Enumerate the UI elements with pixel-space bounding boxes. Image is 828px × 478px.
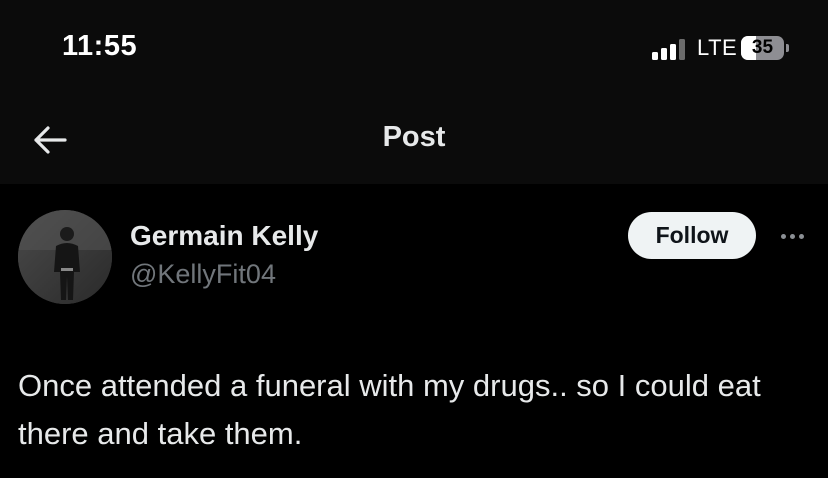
network-type-label: LTE bbox=[697, 35, 738, 60]
ellipsis-icon bbox=[780, 233, 804, 239]
author-handle[interactable]: @KellyFit04 bbox=[130, 259, 276, 290]
status-time: 11:55 bbox=[62, 30, 138, 62]
battery-cap bbox=[786, 44, 789, 52]
post-text: Once attended a funeral with my drugs.. … bbox=[18, 368, 761, 451]
top-bar: 11:55 LTE 35 Post bbox=[0, 0, 828, 184]
battery-percent: 35 bbox=[751, 37, 774, 58]
cellular-signal-icon bbox=[652, 38, 688, 60]
follow-button[interactable]: Follow bbox=[628, 212, 756, 259]
avatar[interactable] bbox=[18, 210, 112, 304]
more-options-button[interactable] bbox=[772, 222, 812, 250]
battery-icon: 35 bbox=[741, 36, 784, 60]
author-name[interactable]: Germain Kelly bbox=[130, 220, 318, 252]
page-title: Post bbox=[382, 121, 446, 153]
